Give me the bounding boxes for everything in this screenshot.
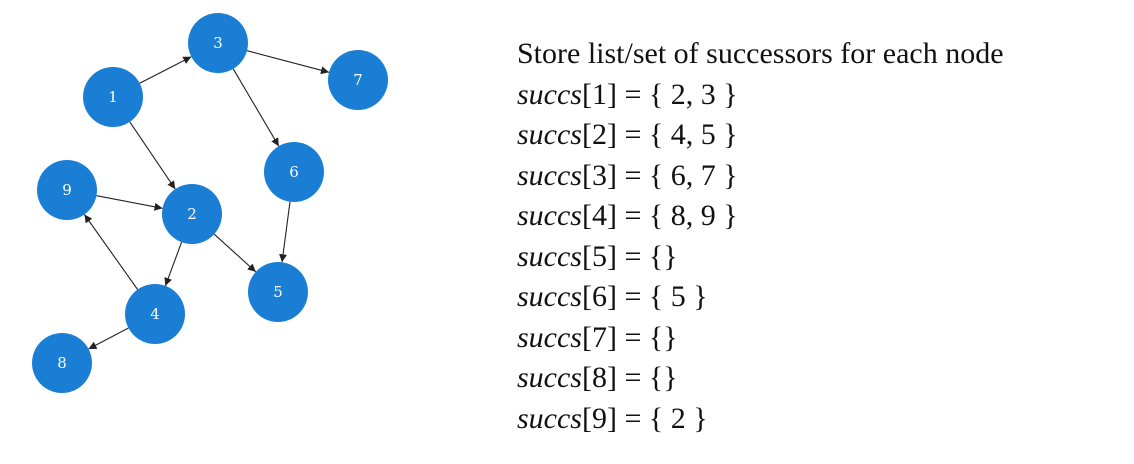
node-label-4: 4 [150,305,160,323]
succ-name: succs [517,320,582,354]
succ-value: = {} [616,320,678,354]
edge-1-to-2 [129,121,176,190]
succ-value: = {} [616,239,678,273]
succ-line-3: succs[3] = { 6, 7 } [517,156,1117,197]
succ-index: [3] [581,158,617,192]
node-8: 8 [32,333,92,393]
succ-line-7: succs[7] = {} [517,318,1117,359]
succ-name: succs [517,239,582,273]
succ-line-6: succs[6] = { 5 } [517,277,1117,318]
node-4: 4 [125,284,185,344]
edge-2-to-4 [164,241,183,287]
succ-index: [6] [581,280,617,313]
successor-lines: succs[1] = { 2, 3 } succs[2] = { 4, 5 } su… [517,75,1117,440]
succ-line-9: succs[9] = { 2 } [517,399,1117,440]
succ-line-8: succs[8] = {} [517,358,1117,399]
succ-index: [8] [581,361,617,394]
succ-value: = { 6, 7 } [616,158,738,192]
node-5: 5 [248,262,308,322]
succ-index: [9] [581,401,617,435]
edge-4-to-9 [83,214,139,290]
succ-name: succs [517,77,582,111]
succ-line-5: succs[5] = {} [517,237,1117,278]
succ-value: = {} [616,361,678,394]
succ-value: = { 5 } [616,280,708,313]
node-3: 3 [188,13,248,73]
nodes-layer: 1 2 3 4 5 6 7 8 9 [32,13,388,393]
succ-value: = { 4, 5 } [616,118,738,151]
succ-index: [4] [581,199,617,232]
succ-line-4: succs[4] = { 8, 9 } [517,196,1117,237]
edge-1-to-3 [139,56,192,84]
node-label-9: 9 [62,181,72,199]
succ-index: [1] [581,77,617,111]
node-6: 6 [264,142,324,202]
edge-3-to-7 [246,50,330,75]
succ-value: = { 8, 9 } [616,199,738,232]
succ-name: succs [517,118,582,151]
node-9: 9 [37,160,97,220]
node-label-3: 3 [213,34,223,52]
succ-index: [7] [581,320,617,354]
node-label-7: 7 [353,71,363,89]
succ-value: = { 2, 3 } [616,77,738,111]
successor-list-panel: Store list/set of successors for each no… [517,34,1117,439]
node-label-6: 6 [289,163,299,181]
succ-index: [2] [581,118,617,151]
heading: Store list/set of successors for each no… [517,37,1004,70]
succ-name: succs [517,401,582,435]
succ-line-1: succs[1] = { 2, 3 } [517,75,1117,116]
node-label-2: 2 [187,205,197,223]
edge-6-to-5 [279,201,291,263]
succ-line-2: succs[2] = { 4, 5 } [517,115,1117,156]
edge-2-to-5 [213,233,257,273]
node-label-5: 5 [273,283,283,301]
edge-4-to-8 [88,327,129,350]
succ-name: succs [517,158,582,192]
succ-index: [5] [581,239,617,273]
node-7: 7 [328,50,388,110]
edge-9-to-2 [96,195,163,211]
graph-diagram: 1 2 3 4 5 6 7 8 9 [32,13,388,393]
node-label-8: 8 [57,354,67,372]
succ-name: succs [517,280,582,313]
node-1: 1 [83,67,143,127]
edge-3-to-6 [232,68,280,147]
succ-value: = { 2 } [616,401,708,435]
succ-name: succs [517,199,582,232]
succ-name: succs [517,361,582,394]
node-2: 2 [162,184,222,244]
node-label-1: 1 [108,88,118,106]
